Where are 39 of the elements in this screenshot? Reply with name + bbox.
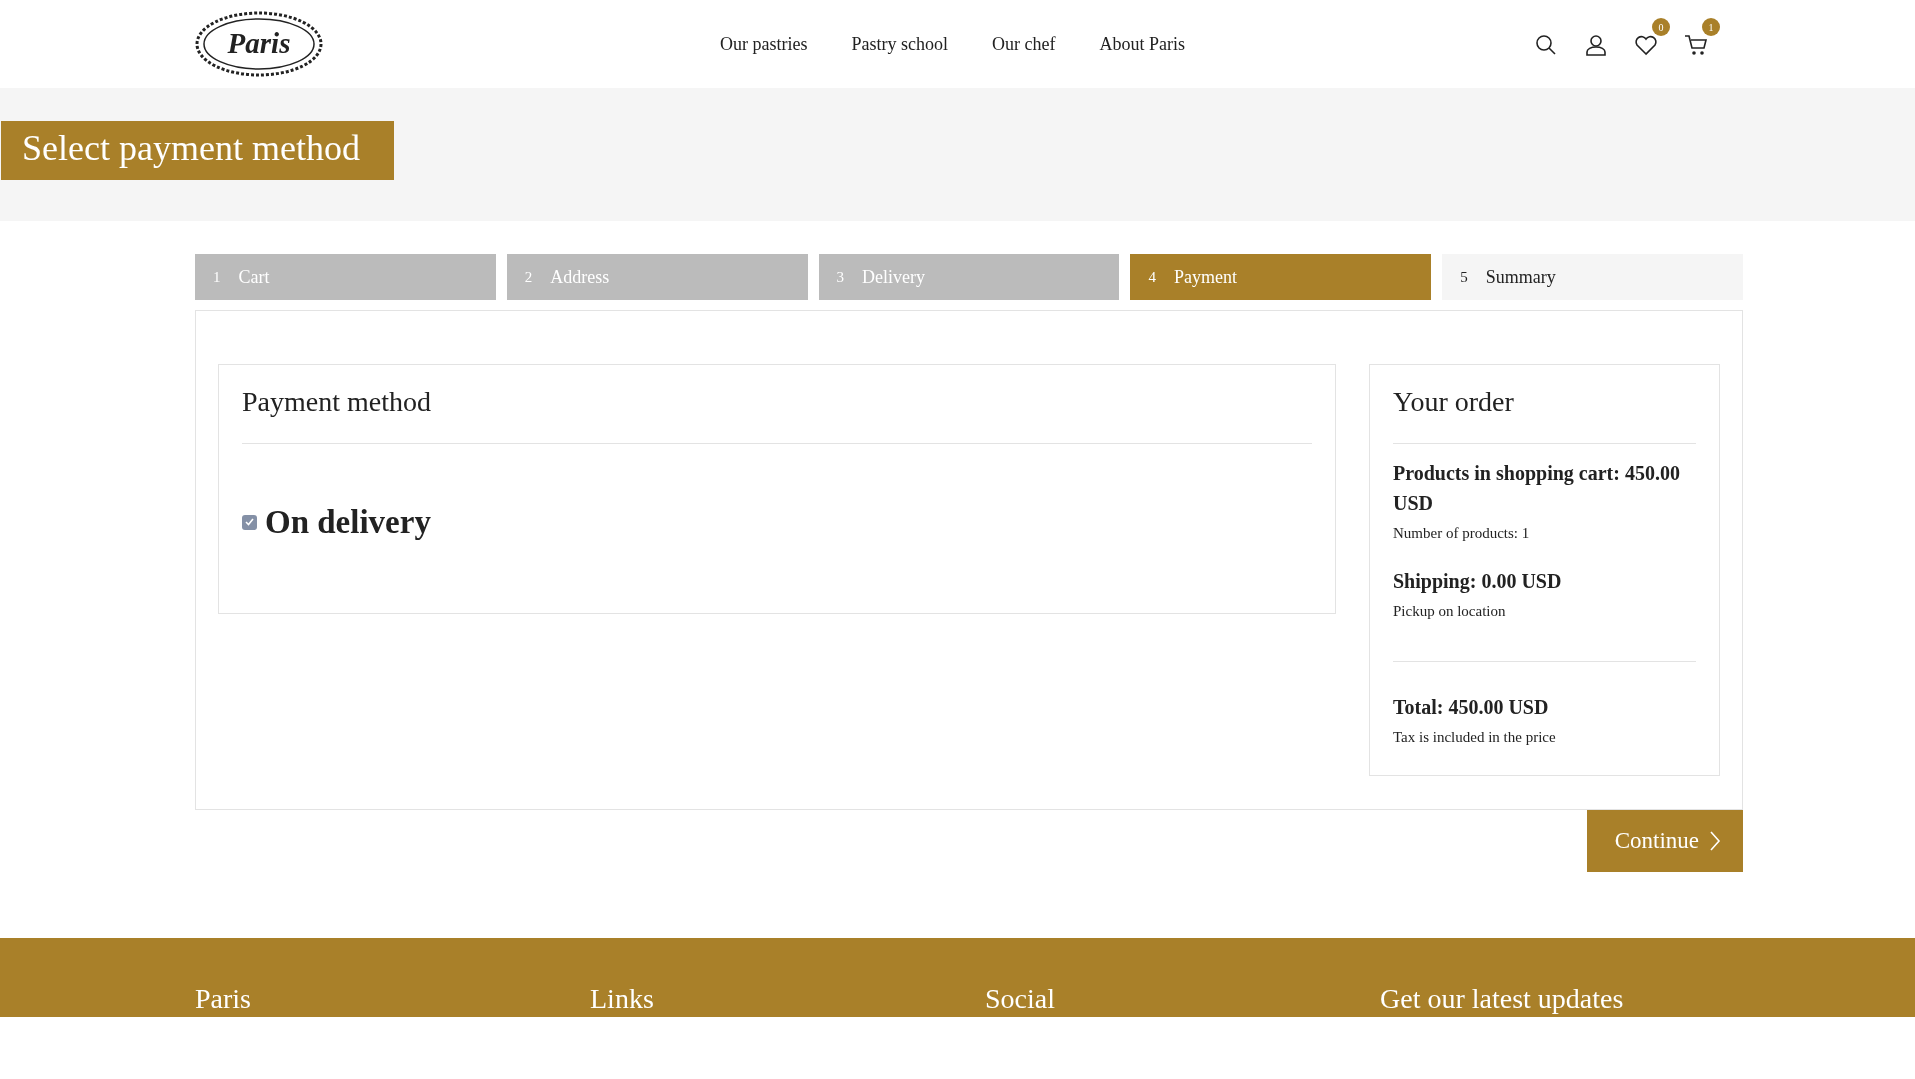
- card-title: Your order: [1393, 385, 1696, 444]
- cart-icon[interactable]: [1684, 33, 1708, 58]
- step-label: Delivery: [862, 265, 926, 289]
- footer-heading: Links: [590, 984, 655, 1015]
- step-number: 3: [836, 267, 845, 287]
- step-label: Summary: [1485, 265, 1556, 289]
- nav-link-item[interactable]: About Paris: [1099, 30, 1185, 58]
- continue-button[interactable]: Continue: [1586, 810, 1743, 872]
- summary-note: Pickup on location: [1393, 602, 1507, 622]
- footer-heading: Social: [985, 984, 1056, 1015]
- heart-icon[interactable]: [1634, 33, 1658, 58]
- summary-line: Products in shopping cart: 450.00 USD: [1393, 460, 1681, 516]
- step-label: Cart: [238, 265, 270, 289]
- step-number: 2: [524, 267, 533, 287]
- nav-link-item[interactable]: Our chef: [992, 30, 1056, 58]
- step-number: 1: [213, 267, 221, 287]
- summary-note: Number of products: 1: [1393, 523, 1531, 543]
- step-label: Address: [550, 265, 610, 289]
- checkout-step[interactable]: 5 Summary: [1442, 254, 1743, 300]
- checkout-step[interactable]: 4 Payment: [1130, 254, 1432, 300]
- page-title: Select payment method: [1, 121, 394, 181]
- summary-note: Tax is included in the price: [1393, 727, 1557, 747]
- nav-link-item[interactable]: Our pastries: [720, 30, 808, 58]
- option-label: On delivery: [265, 502, 431, 542]
- footer-heading: Paris: [195, 984, 252, 1015]
- total-line: Total: 450.00 USD: [1393, 694, 1550, 720]
- count-badge: 0: [1652, 18, 1670, 36]
- chevron-right-icon: [1709, 830, 1721, 852]
- footer-heading: Get our latest updates: [1380, 984, 1625, 1015]
- step-number: 4: [1148, 267, 1156, 287]
- user-icon[interactable]: [1584, 33, 1608, 58]
- count-badge: 1: [1702, 18, 1720, 36]
- step-label: Payment: [1173, 265, 1237, 289]
- nav-link-item[interactable]: Pastry school: [851, 30, 948, 58]
- checkbox[interactable]: [242, 514, 257, 530]
- check-icon: [245, 518, 254, 527]
- step-number: 5: [1460, 267, 1468, 287]
- card-title: Payment method: [242, 385, 1312, 444]
- summary-line: Shipping: 0.00 USD: [1393, 569, 1563, 595]
